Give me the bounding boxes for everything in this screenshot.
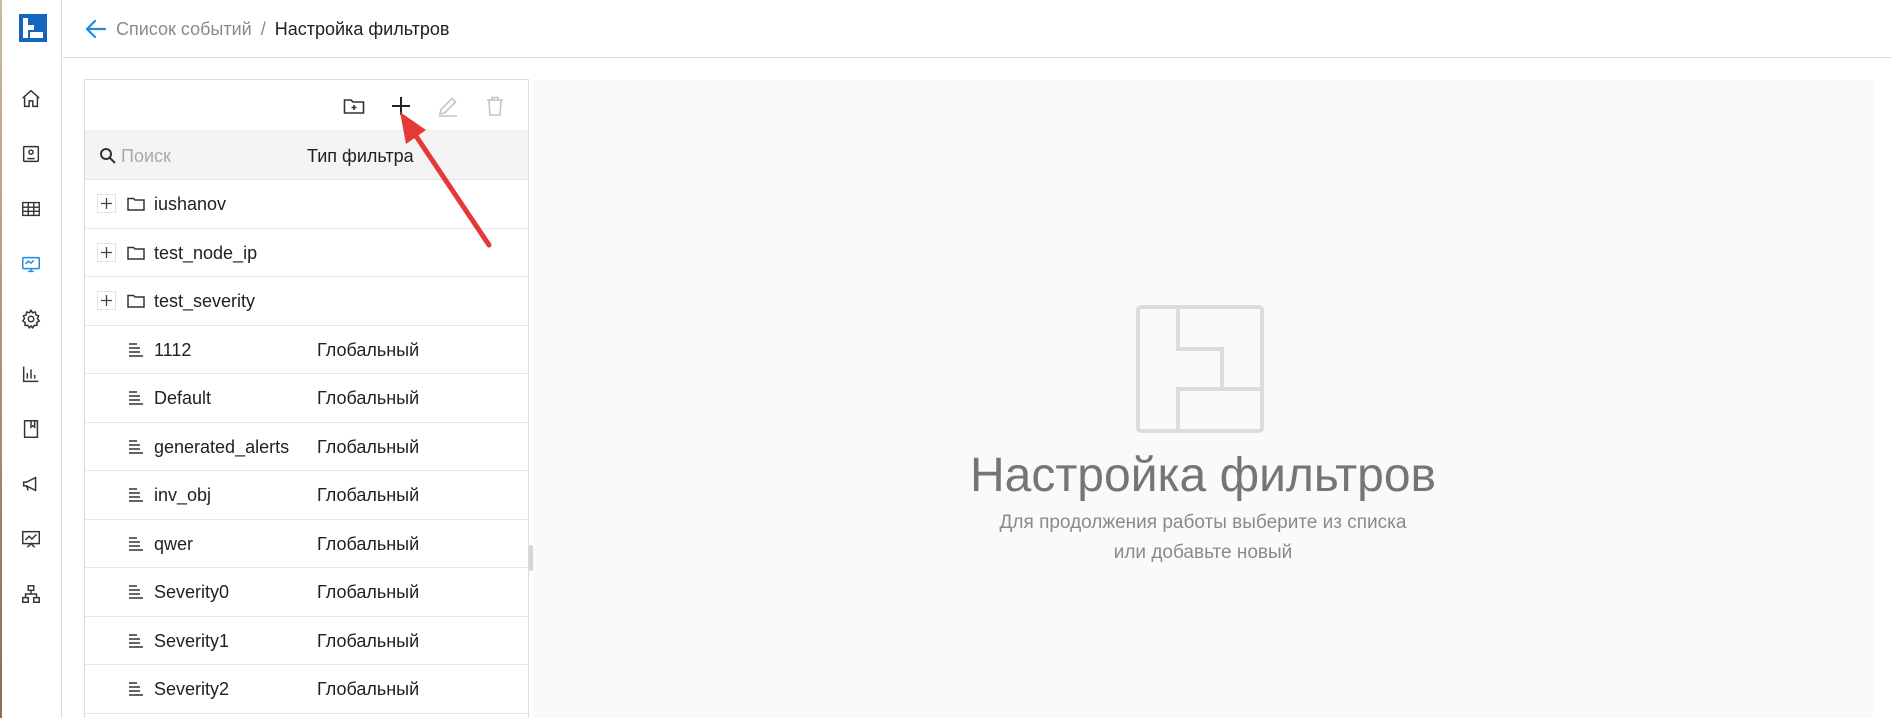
list-item-type: Глобальный [317,485,420,505]
add-filter-button[interactable] [388,93,414,119]
breadcrumb: Список событий / Настройка фильтров [116,19,450,39]
table-icon [22,201,40,217]
nav-reports[interactable] [17,360,45,388]
nav-topology[interactable] [17,580,45,608]
plus-icon [392,97,410,115]
nav-settings[interactable] [17,305,45,333]
list-item[interactable]: generated_alerts Глобальный [85,423,528,471]
card-icon [22,145,40,163]
folder-plus-icon [343,99,365,114]
nav-dashboards[interactable] [17,525,45,553]
filter-list: iushanov test_node_ip test_severity 1112… [85,180,528,714]
list-item-type: Глобальный [317,436,420,457]
monitor-icon [22,256,40,273]
list-item[interactable]: Default Глобальный [85,374,528,423]
filter-lines-icon [129,488,143,502]
filter-lines-icon [129,439,143,454]
nav-home[interactable] [17,85,45,113]
app-logo[interactable] [19,14,47,42]
pencil-icon [438,97,457,117]
expand-toggle[interactable] [97,291,116,310]
search-icon [100,148,116,164]
nav-docs[interactable] [17,415,45,443]
nav-table[interactable] [17,195,45,223]
list-item[interactable]: inv_obj Глобальный [85,471,528,520]
list-item-name: Severity2 [154,679,230,699]
list-item-name: test_node_ip [154,242,258,263]
breadcrumb-current: Настройка фильтров [274,19,450,39]
expand-toggle[interactable] [97,242,116,262]
add-folder-button[interactable] [341,93,367,119]
list-item-type: Глобальный [317,582,420,602]
list-item[interactable]: qwer Глобальный [85,520,528,568]
filter-lines-icon [129,536,143,551]
breadcrumb-separator: / [260,19,266,39]
back-arrow-icon[interactable] [83,16,109,42]
empty-state-subtitle-line: или добавьте новый [1113,542,1293,563]
folder-icon [127,246,145,260]
filter-lines-icon [129,633,143,648]
list-item[interactable]: Severity2 Глобальный [85,665,528,714]
empty-state-panel: Настройка фильтров Для продолжения работ… [533,80,1873,718]
list-item-name: test_severity [154,291,256,311]
plus-icon [101,246,112,258]
nav-card[interactable] [17,140,45,168]
filter-lines-icon [129,585,143,599]
trash-icon [487,96,503,116]
nav-monitor[interactable] [17,250,45,278]
list-item-name: inv_obj [154,485,212,505]
list-item[interactable]: Severity1 Глобальный [85,617,528,665]
book-icon [23,420,39,438]
home-icon [22,89,40,108]
search-header-row: Тип фильтра [85,130,528,180]
expand-toggle[interactable] [97,194,116,213]
delete-button[interactable] [482,93,508,119]
list-item-type: Глобальный [317,339,420,360]
list-item-name: Default [154,388,212,408]
filter-list-panel: Тип фильтра iushanov test_node_ip test_s… [84,79,529,718]
search-input[interactable] [121,142,301,170]
plus-icon [101,198,112,209]
filter-lines-icon [129,391,143,405]
empty-state-subtitle-line: Для продолжения работы выберите из списк… [999,512,1407,533]
list-item-type: Глобальный [317,533,420,554]
nav-announcements[interactable] [17,470,45,498]
list-item[interactable]: 1112 Глобальный [85,326,528,374]
bar-chart-icon [22,366,39,383]
list-item[interactable]: Severity0 Глобальный [85,568,528,617]
list-item-name: iushanov [154,194,227,214]
list-item-type: Глобальный [317,679,420,699]
filter-lines-icon [129,682,143,696]
presentation-icon [22,530,40,548]
list-item-name: generated_alerts [154,436,290,457]
list-item-type: Глобальный [317,630,420,651]
window-edge [0,0,2,718]
column-header-filter-type[interactable]: Тип фильтра [307,146,414,167]
list-item-name: Severity0 [154,582,230,602]
page-header: Список событий / Настройка фильтров [63,0,1892,58]
list-item-name: 1112 [154,339,192,360]
folder-icon [127,294,145,308]
list-item-name: Severity1 [154,630,230,651]
list-toolbar [85,80,528,130]
folder-icon [127,197,145,211]
empty-state-title: Настройка фильтров [969,449,1437,502]
plus-icon [101,295,112,306]
app-logo-placeholder [1136,305,1264,433]
empty-state-subtitle: Для продолжения работы выберите из списк… [533,508,1873,568]
list-item[interactable]: iushanov [85,180,528,229]
nav-rail [0,0,62,718]
list-item[interactable]: test_node_ip [85,229,528,277]
megaphone-icon [22,476,37,492]
filter-lines-icon [129,342,143,357]
breadcrumb-parent-link[interactable]: Список событий [116,19,252,39]
list-item-type: Глобальный [317,388,420,408]
list-item-name: qwer [154,533,194,554]
gear-icon [21,308,41,330]
hierarchy-icon [22,585,40,603]
list-item[interactable]: test_severity [85,277,528,326]
edit-button[interactable] [435,93,461,119]
